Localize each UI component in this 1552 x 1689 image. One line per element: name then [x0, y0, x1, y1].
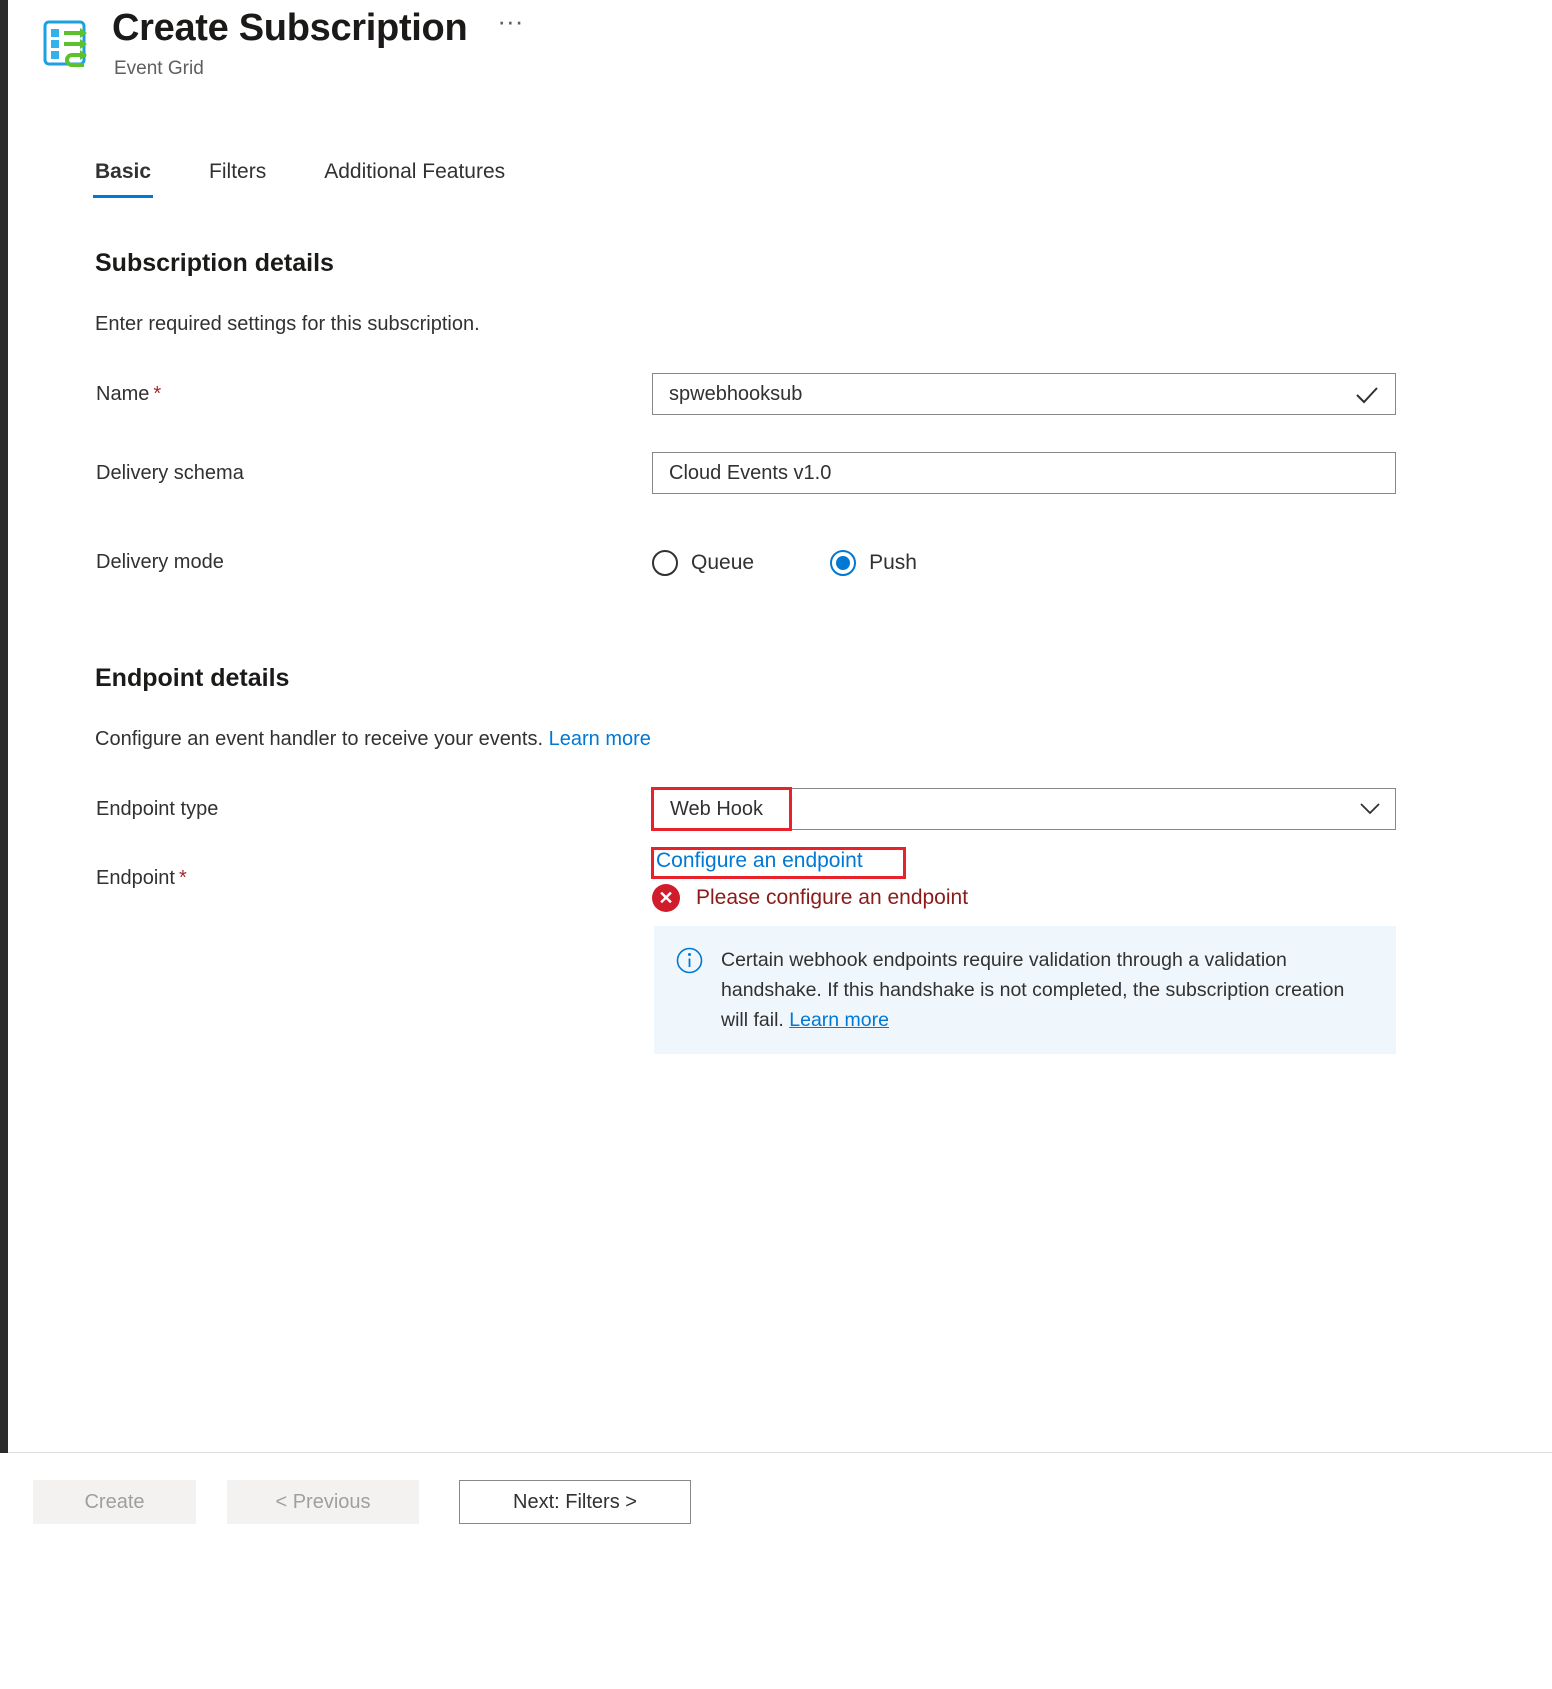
tab-additional-features[interactable]: Additional Features — [322, 160, 507, 198]
chevron-down-icon — [1359, 800, 1381, 818]
error-circle-icon: ✕ — [652, 884, 680, 912]
event-grid-icon — [42, 17, 94, 69]
info-box-text-wrapper: Certain webhook endpoints require valida… — [721, 945, 1374, 1035]
page-subtitle: Event Grid — [114, 58, 204, 80]
endpoint-required-marker: * — [179, 867, 187, 889]
radio-circle-queue[interactable] — [652, 550, 678, 576]
name-required-marker: * — [153, 383, 161, 405]
delivery-mode-radio-group: Queue Push — [652, 550, 993, 576]
endpoint-error-row: ✕ Please configure an endpoint — [652, 884, 968, 912]
delivery-schema-label: Delivery schema — [96, 462, 244, 485]
tab-bar: Basic Filters Additional Features — [93, 160, 561, 198]
endpoint-details-heading: Endpoint details — [95, 664, 289, 693]
webhook-validation-info-box: Certain webhook endpoints require valida… — [654, 926, 1396, 1054]
endpoint-label-text: Endpoint — [96, 867, 175, 889]
info-circle-icon — [676, 947, 703, 974]
checkmark-icon — [1352, 380, 1382, 410]
endpoint-type-label: Endpoint type — [96, 798, 218, 821]
endpoint-type-dropdown[interactable]: Web Hook — [652, 788, 1396, 830]
delivery-mode-queue-label: Queue — [691, 551, 754, 575]
endpoint-type-value: Web Hook — [670, 789, 763, 829]
info-box-learn-more-link[interactable]: Learn more — [789, 1009, 889, 1031]
delivery-mode-option-queue[interactable]: Queue — [652, 550, 754, 576]
configure-endpoint-link[interactable]: Configure an endpoint — [656, 849, 863, 873]
endpoint-details-description-text: Configure an event handler to receive yo… — [95, 728, 543, 750]
previous-button[interactable]: < Previous — [227, 1480, 419, 1524]
endpoint-label: Endpoint* — [96, 867, 187, 890]
create-button[interactable]: Create — [33, 1480, 196, 1524]
page-title: Create Subscription — [112, 2, 467, 54]
radio-circle-push[interactable] — [830, 550, 856, 576]
delivery-mode-label: Delivery mode — [96, 551, 224, 574]
name-label: Name* — [96, 383, 161, 406]
footer-bar: Create < Previous Next: Filters > — [0, 1453, 1552, 1689]
delivery-mode-push-label: Push — [869, 551, 917, 575]
name-label-text: Name — [96, 383, 149, 405]
endpoint-details-learn-more-link[interactable]: Learn more — [549, 728, 651, 750]
next-filters-button[interactable]: Next: Filters > — [459, 1480, 691, 1524]
delivery-mode-option-push[interactable]: Push — [830, 550, 917, 576]
window-left-edge — [0, 0, 8, 1453]
endpoint-error-text: Please configure an endpoint — [696, 886, 968, 910]
tab-filters[interactable]: Filters — [207, 160, 268, 198]
more-options-icon[interactable]: ··· — [491, 6, 529, 50]
title-row: Create Subscription ··· — [112, 2, 529, 54]
endpoint-details-description: Configure an event handler to receive yo… — [95, 728, 651, 751]
name-input[interactable] — [652, 373, 1396, 415]
subscription-details-description: Enter required settings for this subscri… — [95, 313, 480, 336]
delivery-schema-input[interactable] — [652, 452, 1396, 494]
tab-basic[interactable]: Basic — [93, 160, 153, 198]
subscription-details-heading: Subscription details — [95, 249, 334, 278]
page-header: Create Subscription ··· Event Grid — [0, 0, 1552, 115]
